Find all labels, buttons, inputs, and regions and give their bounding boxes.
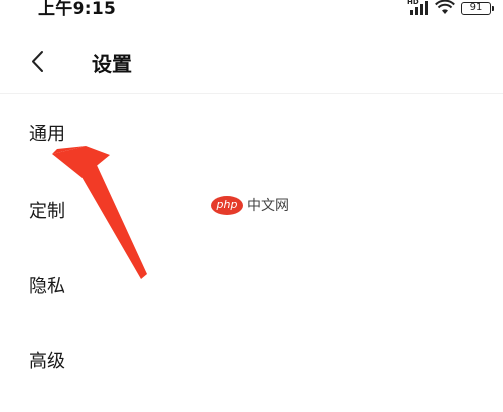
status-bar: 上午9:15 HD 91 — [0, 0, 503, 22]
chevron-left-icon — [32, 51, 43, 72]
watermark-logo: php — [211, 195, 243, 215]
battery-level: 91 — [469, 1, 483, 13]
header: 设置 — [0, 38, 503, 86]
menu-item-general[interactable]: 通用 — [0, 94, 503, 170]
menu-item-label: 定制 — [29, 201, 65, 222]
menu-item-privacy[interactable]: 隐私 — [0, 246, 503, 322]
menu-item-label: 隐私 — [29, 276, 65, 297]
wifi-icon — [435, 0, 455, 16]
menu-item-label: 高级 — [29, 351, 65, 372]
status-time: 上午9:15 — [38, 0, 117, 19]
watermark-text: 中文网 — [247, 198, 289, 214]
menu-item-advanced[interactable]: 高级 — [0, 322, 503, 398]
back-button[interactable] — [22, 46, 54, 78]
signal-icon: HD — [407, 0, 429, 16]
status-icons: HD 91 — [407, 0, 494, 16]
page-title: 设置 — [92, 52, 132, 76]
menu-item-label: 通用 — [29, 124, 65, 145]
watermark: php 中文网 — [211, 195, 289, 215]
battery-icon: 91 — [461, 1, 494, 15]
